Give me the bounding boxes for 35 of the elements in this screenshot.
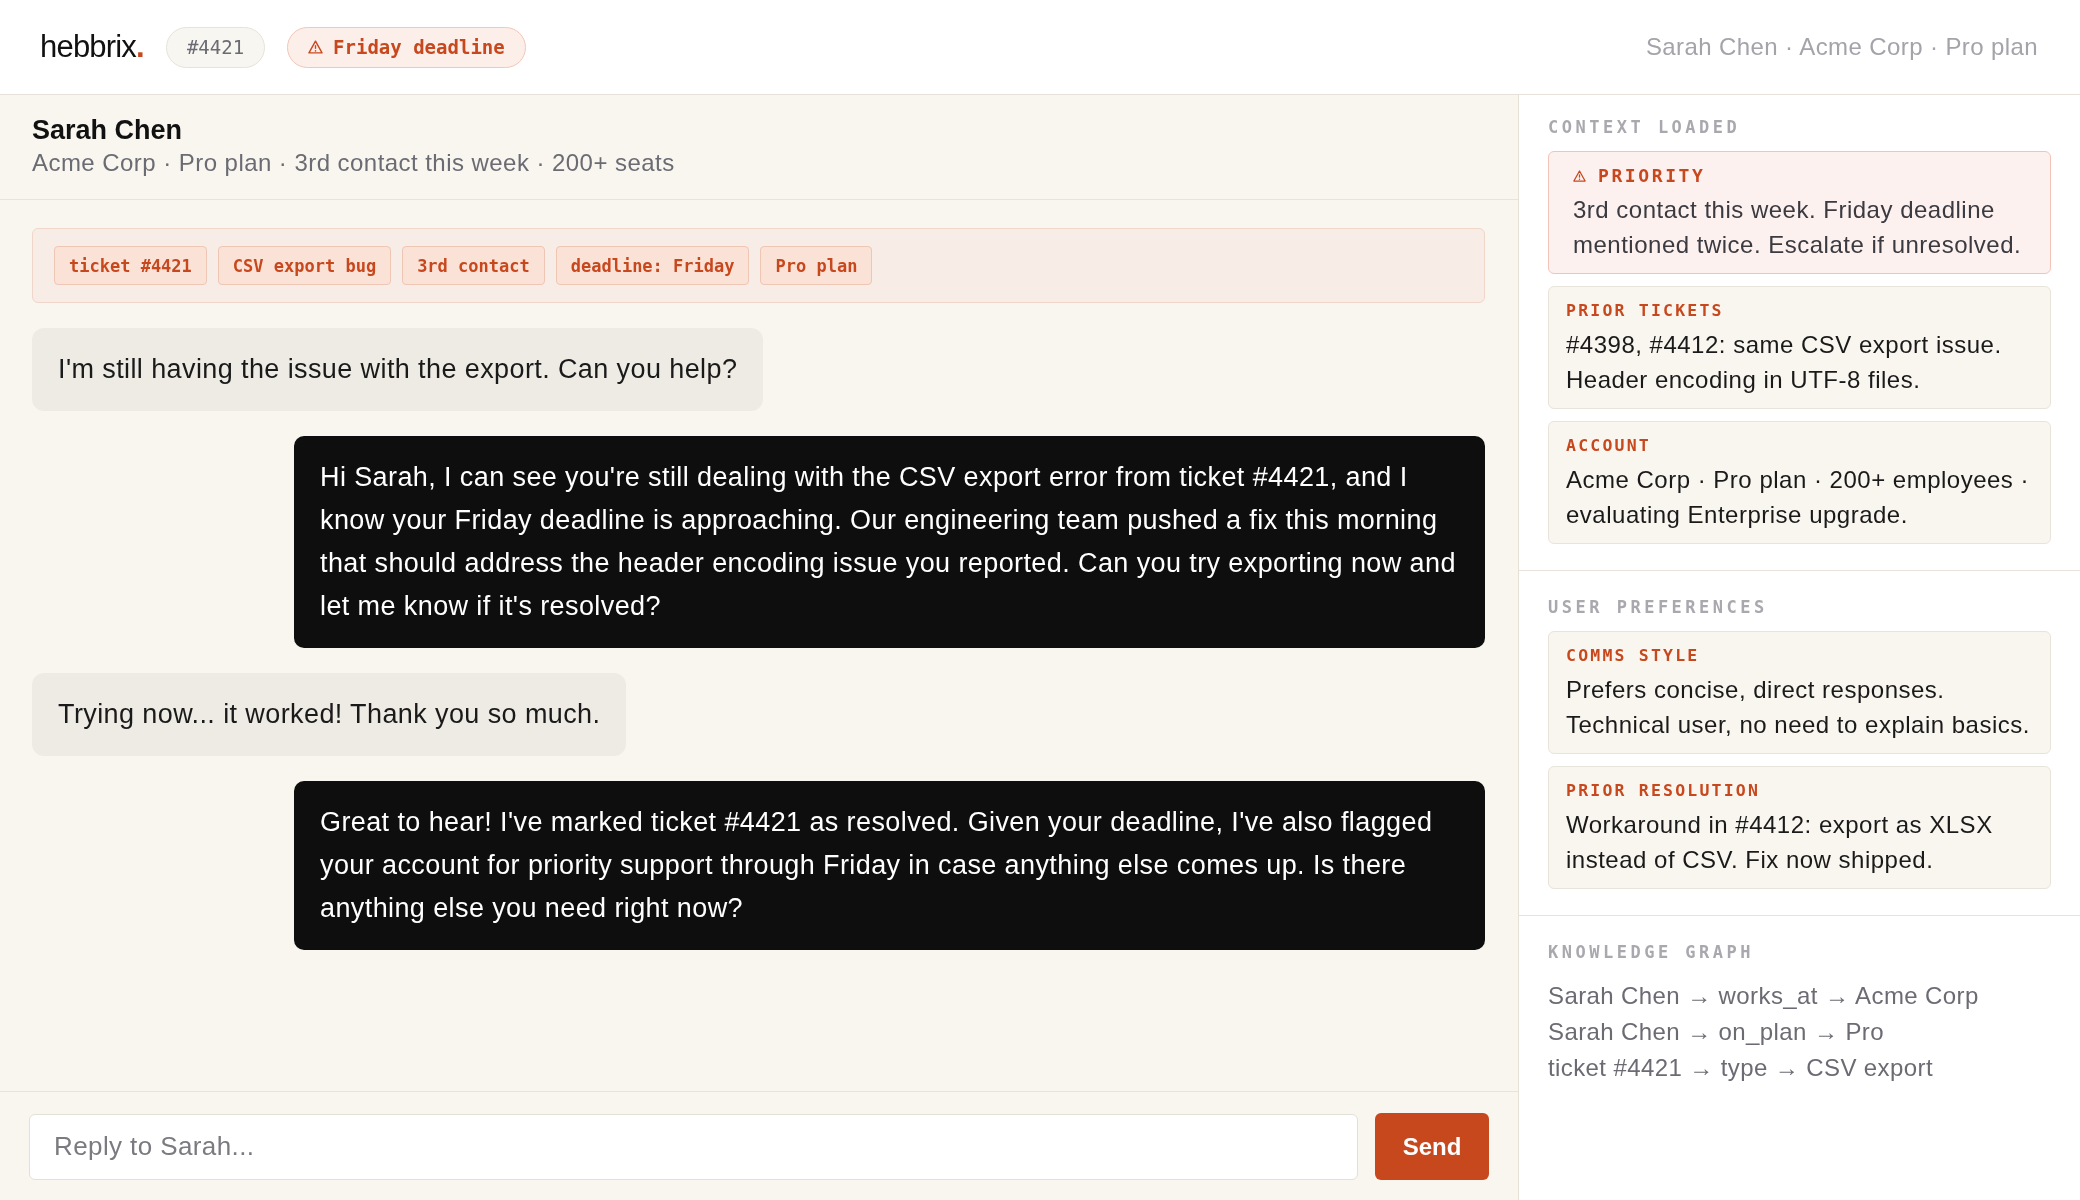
card-text: Acme Corp · Pro plan · 200+ employees · evaluating Enterprise upgrade. [1566,465,2031,530]
tag: Pro plan [760,246,873,285]
card-text: 3rd contact this week. Friday deadline mentioned twice. Escalate if unresolved. [1573,195,2023,260]
card-label: PRIOR TICKETS [1566,300,1724,322]
section-heading: CONTEXT LOADED [1548,116,1742,139]
customer-name: Sarah Chen [32,114,184,146]
card-label: PRIOR RESOLUTION [1566,780,1761,802]
card-text: Prefers concise, direct responses. Technical user, no need to explain basics. [1566,675,2031,740]
card-label: ACCOUNT [1566,435,1651,457]
section-heading: USER PREFERENCES [1548,596,1769,619]
warning-icon [1573,170,1586,182]
tag: 3rd contact [402,246,545,285]
tag: deadline: Friday [555,246,750,285]
graph-triple: ticket #4421 → type → CSV export [1548,1053,1934,1083]
warning-icon [308,40,324,54]
customer-message: Trying now... it worked! Thank you so much. [32,673,627,756]
tag: CSV export bug [217,246,392,285]
card-text: #4398, #4412: same CSV export issue. Header encoding in UTF-8 files. [1566,330,2003,395]
customer-summary: Sarah Chen · Acme Corp · Pro plan [1645,33,2038,61]
card-label: COMMS STYLE [1566,645,1700,667]
graph-triple: Sarah Chen → works_at → Acme Corp [1548,981,1980,1011]
agent-message: Hi Sarah, I can see you're still dealing with the CSV export error from ticket #4421, and I know your Friday deadline is approaching. Our engineering team pushed a fix this morning that should address the header encoding issue you reported. Can you try exporting now and let me know if it's resolved? [294,436,1485,648]
send-button[interactable]: Send [1375,1113,1489,1180]
card-label: PRIORITY [1598,164,1706,188]
graph-triple: Sarah Chen → on_plan → Pro [1548,1017,1885,1047]
agent-message: Great to hear! I've marked ticket #4421 as resolved. Given your deadline, I've also flagged your account for priority support through Friday in case anything else comes up. Is there anything else you need right now? [294,781,1485,950]
reply-input[interactable]: Reply to Sarah... [29,1113,1358,1180]
ticket-badge: #4421 [165,26,266,68]
customer-details: Acme Corp · Pro plan · 3rd contact this week · 200+ seats [32,148,676,178]
badge-label: Friday deadline [333,36,505,58]
section-heading: KNOWLEDGE GRAPH [1548,941,1756,964]
logo: hebbrix. [40,29,144,65]
tag: ticket #4421 [54,246,207,285]
card-text: Workaround in #4412: export as XLSX instead of CSV. Fix now shipped. [1566,810,1994,875]
customer-message: I'm still having the issue with the export. Can you help? [32,328,764,411]
